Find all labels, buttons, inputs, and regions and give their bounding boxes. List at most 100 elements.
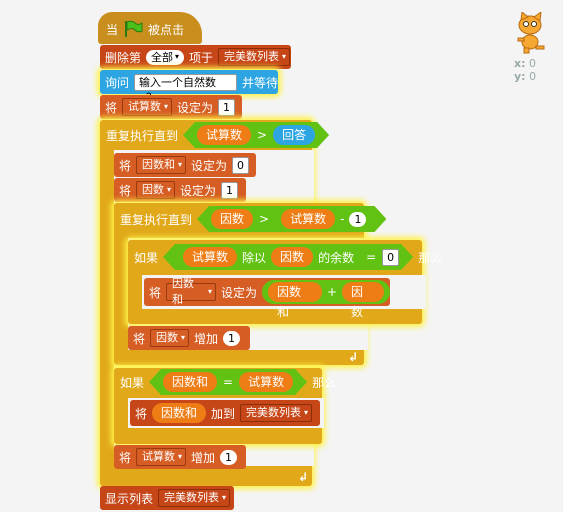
list-dropdown[interactable]: 完美数列表 ▾ bbox=[218, 48, 291, 66]
answer-reporter[interactable]: 回答 bbox=[273, 125, 315, 145]
variable-dropdown[interactable]: 因数和 ▾ bbox=[136, 156, 187, 174]
chevron-down-icon: ▾ bbox=[167, 185, 172, 194]
hat-prefix: 当 bbox=[106, 22, 119, 37]
set-value-input[interactable]: 1 bbox=[218, 98, 236, 116]
mod-word: 除以 bbox=[242, 250, 267, 265]
operator-symbol: > bbox=[259, 212, 270, 226]
set-prefix: 将 bbox=[149, 285, 162, 300]
when-flag-clicked-block[interactable]: 当 被点击 bbox=[98, 12, 202, 44]
loop-arrow-icon: ↲ bbox=[298, 470, 309, 484]
chevron-down-icon: ▾ bbox=[207, 287, 212, 296]
sprite-x-readout: x: 0 bbox=[514, 57, 536, 70]
set-prefix: 将 bbox=[119, 158, 132, 173]
factor-reporter[interactable]: 因数 bbox=[271, 247, 313, 267]
loop-arrow-icon: ↲ bbox=[348, 350, 359, 364]
set-factor-sum-block[interactable]: 将 因数和 ▾ 设定为 0 bbox=[114, 153, 256, 177]
add-middle: 加到 bbox=[211, 406, 236, 421]
set-factor-block[interactable]: 将 因数 ▾ 设定为 1 bbox=[114, 178, 246, 202]
add-to-list-block[interactable]: 将 因数和 加到 完美数列表 ▾ bbox=[130, 400, 320, 426]
cat-sprite-icon bbox=[517, 10, 545, 54]
chevron-down-icon: ▾ bbox=[164, 102, 169, 111]
chevron-down-icon: ▾ bbox=[222, 493, 227, 502]
repeat-outer-label: 重复执行直到 bbox=[106, 128, 179, 143]
equals-operator[interactable]: 试算数 除以 因数 的余数 = 0 bbox=[163, 244, 413, 270]
change-factor-block[interactable]: 将 因数 ▾ 增加 1 bbox=[128, 326, 250, 350]
delete-index-dropdown[interactable]: 全部 ▾ bbox=[146, 49, 185, 65]
change-middle: 增加 bbox=[194, 331, 219, 346]
show-list-label: 显示列表 bbox=[105, 491, 154, 506]
change-prefix: 将 bbox=[133, 331, 146, 346]
greater-than-operator[interactable]: 试算数 > 回答 bbox=[183, 122, 329, 148]
set-prefix: 将 bbox=[105, 100, 118, 115]
factor-sum-reporter[interactable]: 因数和 bbox=[268, 282, 322, 319]
subtract-operator[interactable]: 试算数 - 1 bbox=[275, 207, 372, 231]
operator-symbol: > bbox=[257, 128, 268, 142]
green-flag-icon bbox=[125, 20, 143, 37]
factor-reporter[interactable]: 因数 bbox=[342, 282, 384, 319]
set-middle: 设定为 bbox=[177, 100, 214, 115]
chevron-down-icon: ▾ bbox=[304, 408, 309, 417]
change-value-input[interactable]: 1 bbox=[223, 330, 241, 346]
set-middle: 设定为 bbox=[221, 285, 258, 300]
if-remainder-header: 如果 试算数 除以 因数 的余数 = 0 那么 bbox=[134, 246, 442, 268]
change-value-input[interactable]: 1 bbox=[220, 449, 238, 465]
chevron-down-icon: ▾ bbox=[282, 52, 287, 61]
factor-sum-reporter[interactable]: 因数和 bbox=[163, 372, 217, 392]
sprite-thumbnail[interactable] bbox=[510, 10, 548, 54]
change-middle: 增加 bbox=[191, 450, 216, 465]
list-dropdown[interactable]: 完美数列表 ▾ bbox=[158, 489, 231, 507]
greater-than-operator[interactable]: 因数 > 试算数 - 1 bbox=[197, 206, 386, 232]
mod-suffix: 的余数 bbox=[318, 250, 355, 265]
set-value-input[interactable]: 0 bbox=[232, 156, 250, 174]
set-middle: 设定为 bbox=[191, 158, 228, 173]
variable-dropdown[interactable]: 因数 ▾ bbox=[150, 329, 190, 347]
if-label: 如果 bbox=[120, 375, 145, 390]
variable-dropdown[interactable]: 试算数 ▾ bbox=[122, 98, 173, 116]
set-factor-sum-add-block[interactable]: 将 因数和 ▾ 设定为 因数和 + 因数 bbox=[144, 277, 390, 319]
plus-symbol: + bbox=[326, 285, 338, 299]
test-number-reporter[interactable]: 试算数 bbox=[183, 247, 237, 267]
list-dropdown[interactable]: 完美数列表 ▾ bbox=[240, 404, 313, 422]
factor-sum-reporter[interactable]: 因数和 bbox=[152, 403, 207, 423]
set-test-number-block[interactable]: 将 试算数 ▾ 设定为 1 bbox=[100, 95, 242, 119]
mod-operator[interactable]: 试算数 除以 因数 的余数 bbox=[177, 245, 360, 269]
factor-reporter[interactable]: 因数 bbox=[211, 209, 253, 229]
add-operator[interactable]: 因数和 + 因数 bbox=[262, 280, 390, 319]
variable-dropdown[interactable]: 因数 ▾ bbox=[136, 181, 176, 199]
variable-dropdown[interactable]: 因数和 ▾ bbox=[166, 277, 216, 306]
delete-middle: 项于 bbox=[189, 50, 214, 65]
delete-prefix: 删除第 bbox=[105, 50, 142, 65]
if-perfect-header: 如果 因数和 = 试算数 那么 bbox=[120, 371, 336, 393]
set-value-input[interactable]: 1 bbox=[221, 181, 239, 199]
set-prefix: 将 bbox=[119, 183, 132, 198]
equals-symbol: = bbox=[366, 250, 377, 264]
change-test-number-block[interactable]: 将 试算数 ▾ 增加 1 bbox=[114, 445, 246, 469]
add-prefix: 将 bbox=[135, 406, 148, 421]
subtract-value-input[interactable]: 1 bbox=[349, 212, 366, 227]
ask-question-input[interactable]: 输入一个自然数n？ bbox=[134, 73, 237, 104]
chevron-down-icon: ▾ bbox=[181, 333, 186, 342]
sprite-y-readout: y: 0 bbox=[514, 70, 537, 83]
test-number-reporter[interactable]: 试算数 bbox=[197, 125, 251, 145]
test-number-reporter[interactable]: 试算数 bbox=[281, 209, 335, 229]
chevron-down-icon: ▾ bbox=[175, 52, 180, 61]
show-list-block[interactable]: 显示列表 完美数列表 ▾ bbox=[100, 486, 234, 510]
variable-dropdown[interactable]: 试算数 ▾ bbox=[136, 448, 187, 466]
ask-label: 询问 bbox=[105, 75, 130, 90]
hat-suffix: 被点击 bbox=[148, 22, 185, 37]
then-label: 那么 bbox=[312, 375, 337, 390]
repeat-inner-label: 重复执行直到 bbox=[120, 212, 193, 227]
equals-symbol: = bbox=[223, 375, 234, 389]
test-number-reporter[interactable]: 试算数 bbox=[239, 372, 293, 392]
chevron-down-icon: ▾ bbox=[178, 160, 183, 169]
minus-symbol: - bbox=[340, 212, 345, 226]
equals-value-input[interactable]: 0 bbox=[382, 249, 399, 266]
then-label: 那么 bbox=[418, 250, 443, 265]
delete-item-block[interactable]: 删除第 全部 ▾ 项于 完美数列表 ▾ bbox=[100, 45, 291, 69]
equals-operator[interactable]: 因数和 = 试算数 bbox=[149, 369, 307, 395]
ask-suffix: 并等待 bbox=[241, 75, 278, 90]
if-label: 如果 bbox=[134, 250, 159, 265]
set-middle: 设定为 bbox=[180, 183, 217, 198]
ask-and-wait-block[interactable]: 询问 输入一个自然数n？ 并等待 bbox=[100, 70, 278, 104]
repeat-inner-header: 重复执行直到 因数 > 试算数 - 1 bbox=[120, 208, 386, 230]
